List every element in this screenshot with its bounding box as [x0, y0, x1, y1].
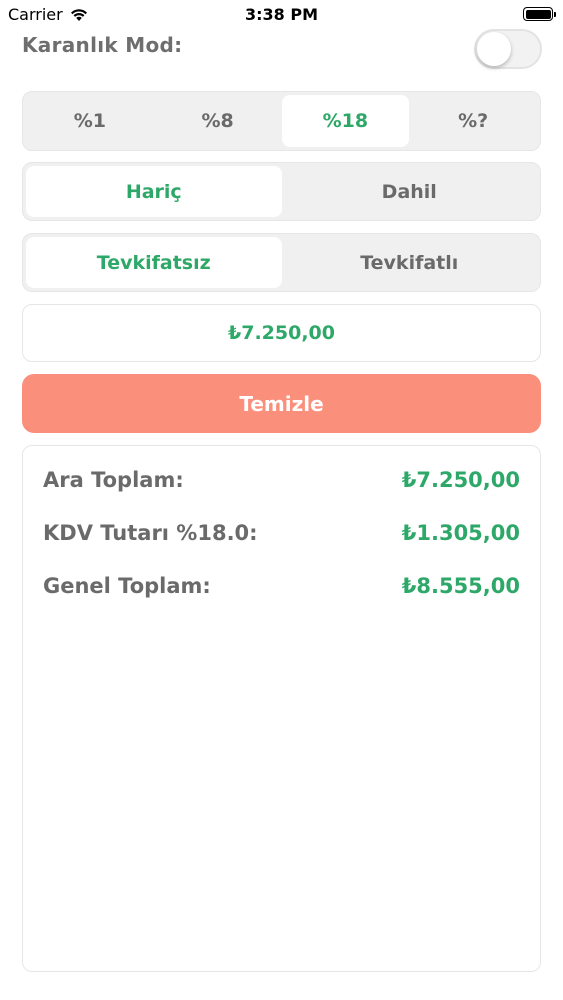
amount-input[interactable]: ₺7.250,00 — [22, 304, 541, 362]
vat-mode-selector: Hariç Dahil — [22, 162, 541, 221]
clear-button[interactable]: Temizle — [22, 374, 541, 433]
grand-total-value: ₺8.555,00 — [401, 574, 520, 598]
clock: 3:38 PM — [244, 5, 318, 24]
mode-option-included[interactable]: Dahil — [282, 166, 538, 217]
subtotal-label: Ara Toplam: — [43, 468, 184, 492]
withholding-selector: Tevkifatsız Tevkifatlı — [22, 233, 541, 292]
rate-option-custom[interactable]: %? — [409, 95, 537, 147]
subtotal-value: ₺7.250,00 — [401, 468, 520, 492]
withholding-option-none[interactable]: Tevkifatsız — [26, 237, 282, 288]
dark-mode-toggle[interactable] — [474, 29, 542, 69]
toggle-knob — [477, 32, 511, 66]
rate-option-1[interactable]: %1 — [26, 95, 154, 147]
results-panel: Ara Toplam: ₺7.250,00 KDV Tutarı %18.0: … — [22, 445, 541, 972]
dark-mode-label: Karanlık Mod: — [22, 33, 183, 57]
result-row-total: Genel Toplam: ₺8.555,00 — [43, 574, 520, 598]
rate-option-18[interactable]: %18 — [281, 95, 410, 147]
mode-option-excluded[interactable]: Hariç — [26, 166, 282, 217]
withholding-option-applied[interactable]: Tevkifatlı — [282, 237, 538, 288]
grand-total-label: Genel Toplam: — [43, 574, 211, 598]
rate-option-8[interactable]: %8 — [154, 95, 282, 147]
vat-rate-selector: %1 %8 %18 %? — [22, 91, 541, 151]
result-row-vat: KDV Tutarı %18.0: ₺1.305,00 — [43, 521, 520, 545]
result-row-subtotal: Ara Toplam: ₺7.250,00 — [43, 468, 520, 492]
battery-icon — [523, 7, 556, 21]
vat-amount-label: KDV Tutarı %18.0: — [43, 521, 258, 545]
vat-amount-value: ₺1.305,00 — [401, 521, 520, 545]
status-bar: Carrier 3:38 PM — [0, 0, 563, 30]
